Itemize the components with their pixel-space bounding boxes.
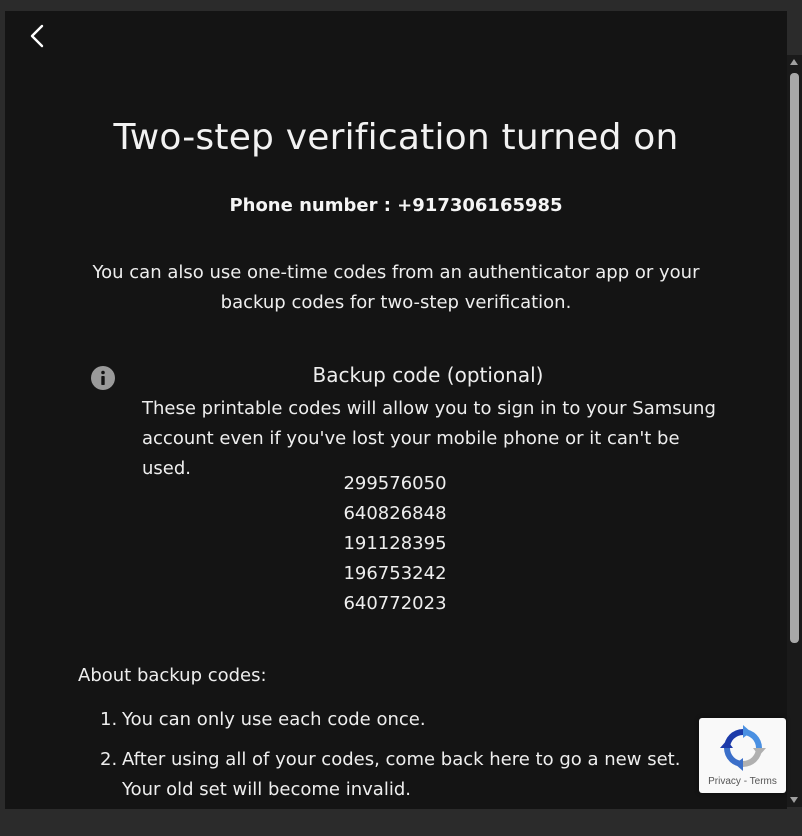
about-backup-codes-heading: About backup codes: bbox=[78, 665, 267, 686]
backup-code: 640826848 bbox=[343, 503, 447, 524]
backup-code-list: 299576050 640826848 191128395 196753242 … bbox=[295, 469, 495, 619]
list-item: 1. You can only use each code once. bbox=[100, 705, 720, 735]
intro-line-1: You can also use one-time codes from an … bbox=[92, 262, 700, 283]
list-item-text: After using all of your codes, come back… bbox=[122, 749, 681, 800]
intro-line-2: backup codes for two-step verification. bbox=[220, 292, 572, 313]
info-icon bbox=[91, 366, 115, 390]
vertical-scrollbar[interactable] bbox=[787, 55, 802, 807]
backup-code: 640772023 bbox=[343, 593, 447, 614]
recaptcha-privacy-link[interactable]: Privacy bbox=[708, 776, 741, 787]
recaptcha-icon bbox=[720, 725, 766, 771]
list-item-text: You can only use each code once. bbox=[122, 709, 426, 730]
phone-number-label: Phone number : +917306165985 bbox=[229, 195, 563, 216]
scroll-up-arrow-icon[interactable] bbox=[790, 59, 798, 65]
page-title: Two-step verification turned on bbox=[113, 117, 679, 158]
recaptcha-links: Privacy - Terms bbox=[699, 776, 786, 787]
scrollbar-thumb[interactable] bbox=[790, 73, 799, 643]
app-frame: Two-step verification turned on Phone nu… bbox=[0, 0, 802, 836]
backup-code: 196753242 bbox=[343, 563, 447, 584]
about-backup-codes-list: 1. You can only use each code once. 2. A… bbox=[100, 705, 720, 809]
backup-code: 191128395 bbox=[343, 533, 447, 554]
chevron-left-icon bbox=[30, 24, 44, 48]
list-item-number: 1. bbox=[100, 709, 118, 730]
recaptcha-separator: - bbox=[740, 776, 750, 787]
backup-code: 299576050 bbox=[343, 473, 447, 494]
verification-panel: Two-step verification turned on Phone nu… bbox=[5, 11, 787, 809]
list-item: 2. After using all of your codes, come b… bbox=[100, 745, 720, 805]
recaptcha-terms-link[interactable]: Terms bbox=[750, 776, 777, 787]
intro-text: You can also use one-time codes from an … bbox=[5, 258, 787, 318]
recaptcha-badge[interactable]: Privacy - Terms bbox=[699, 718, 786, 793]
back-button[interactable] bbox=[25, 23, 51, 49]
backup-code-title: Backup code (optional) bbox=[312, 363, 544, 387]
list-item-number: 2. bbox=[100, 749, 118, 770]
scroll-down-arrow-icon[interactable] bbox=[790, 797, 798, 803]
